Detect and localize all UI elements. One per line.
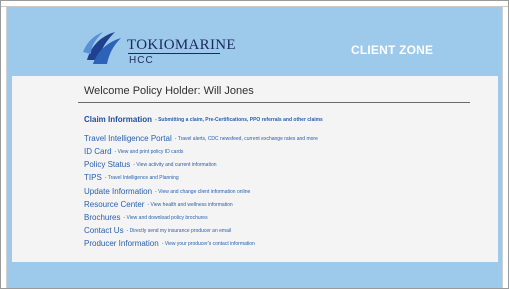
menu-item-description: - Submitting a claim, Pre-Certifications… bbox=[155, 117, 323, 123]
footer-banner bbox=[7, 263, 502, 288]
menu-item[interactable]: Policy Status - View activity and current… bbox=[84, 154, 217, 169]
welcome-message: Welcome Policy Holder: Will Jones bbox=[84, 85, 254, 97]
menu-item-label[interactable]: Producer Information bbox=[84, 239, 159, 248]
menu-item[interactable]: Contact Us - Directly send my insurance p… bbox=[84, 220, 231, 235]
menu-item[interactable]: ID Card - View and print policy ID cards bbox=[84, 141, 183, 156]
menu-item[interactable]: Update Information - View and change clie… bbox=[84, 181, 250, 196]
menu-item[interactable]: Travel Intelligence Portal - Travel alert… bbox=[84, 128, 318, 143]
page-frame: TOKIOMARINE HCC CLIENT ZONE Welcome Poli… bbox=[0, 0, 509, 289]
brand-divider bbox=[128, 53, 220, 54]
right-border bbox=[502, 7, 508, 288]
menu-item-description: - Travel alerts, CDC newsfeed, current e… bbox=[174, 136, 318, 142]
menu-item[interactable]: Claim Information - Submitting a claim, P… bbox=[84, 109, 323, 124]
tokio-marine-logo-icon[interactable] bbox=[81, 26, 125, 70]
welcome-divider bbox=[78, 102, 470, 103]
menu-item[interactable]: Brochures - View and download policy broc… bbox=[84, 207, 208, 222]
menu-item[interactable]: TIPS - Travel Intelligence and Planning bbox=[84, 167, 179, 182]
brand-subtitle: HCC bbox=[129, 55, 154, 66]
menu-item[interactable]: Resource Center - View health and wellnes… bbox=[84, 194, 233, 209]
client-zone-title: CLIENT ZONE bbox=[351, 43, 434, 57]
brand-name: TOKIOMARINE bbox=[127, 37, 236, 53]
menu-item-label[interactable]: Claim Information bbox=[84, 115, 152, 124]
menu-item[interactable]: Producer Information - View your producer… bbox=[84, 233, 255, 248]
menu-item-description: - View your producer's contact informati… bbox=[161, 241, 255, 247]
